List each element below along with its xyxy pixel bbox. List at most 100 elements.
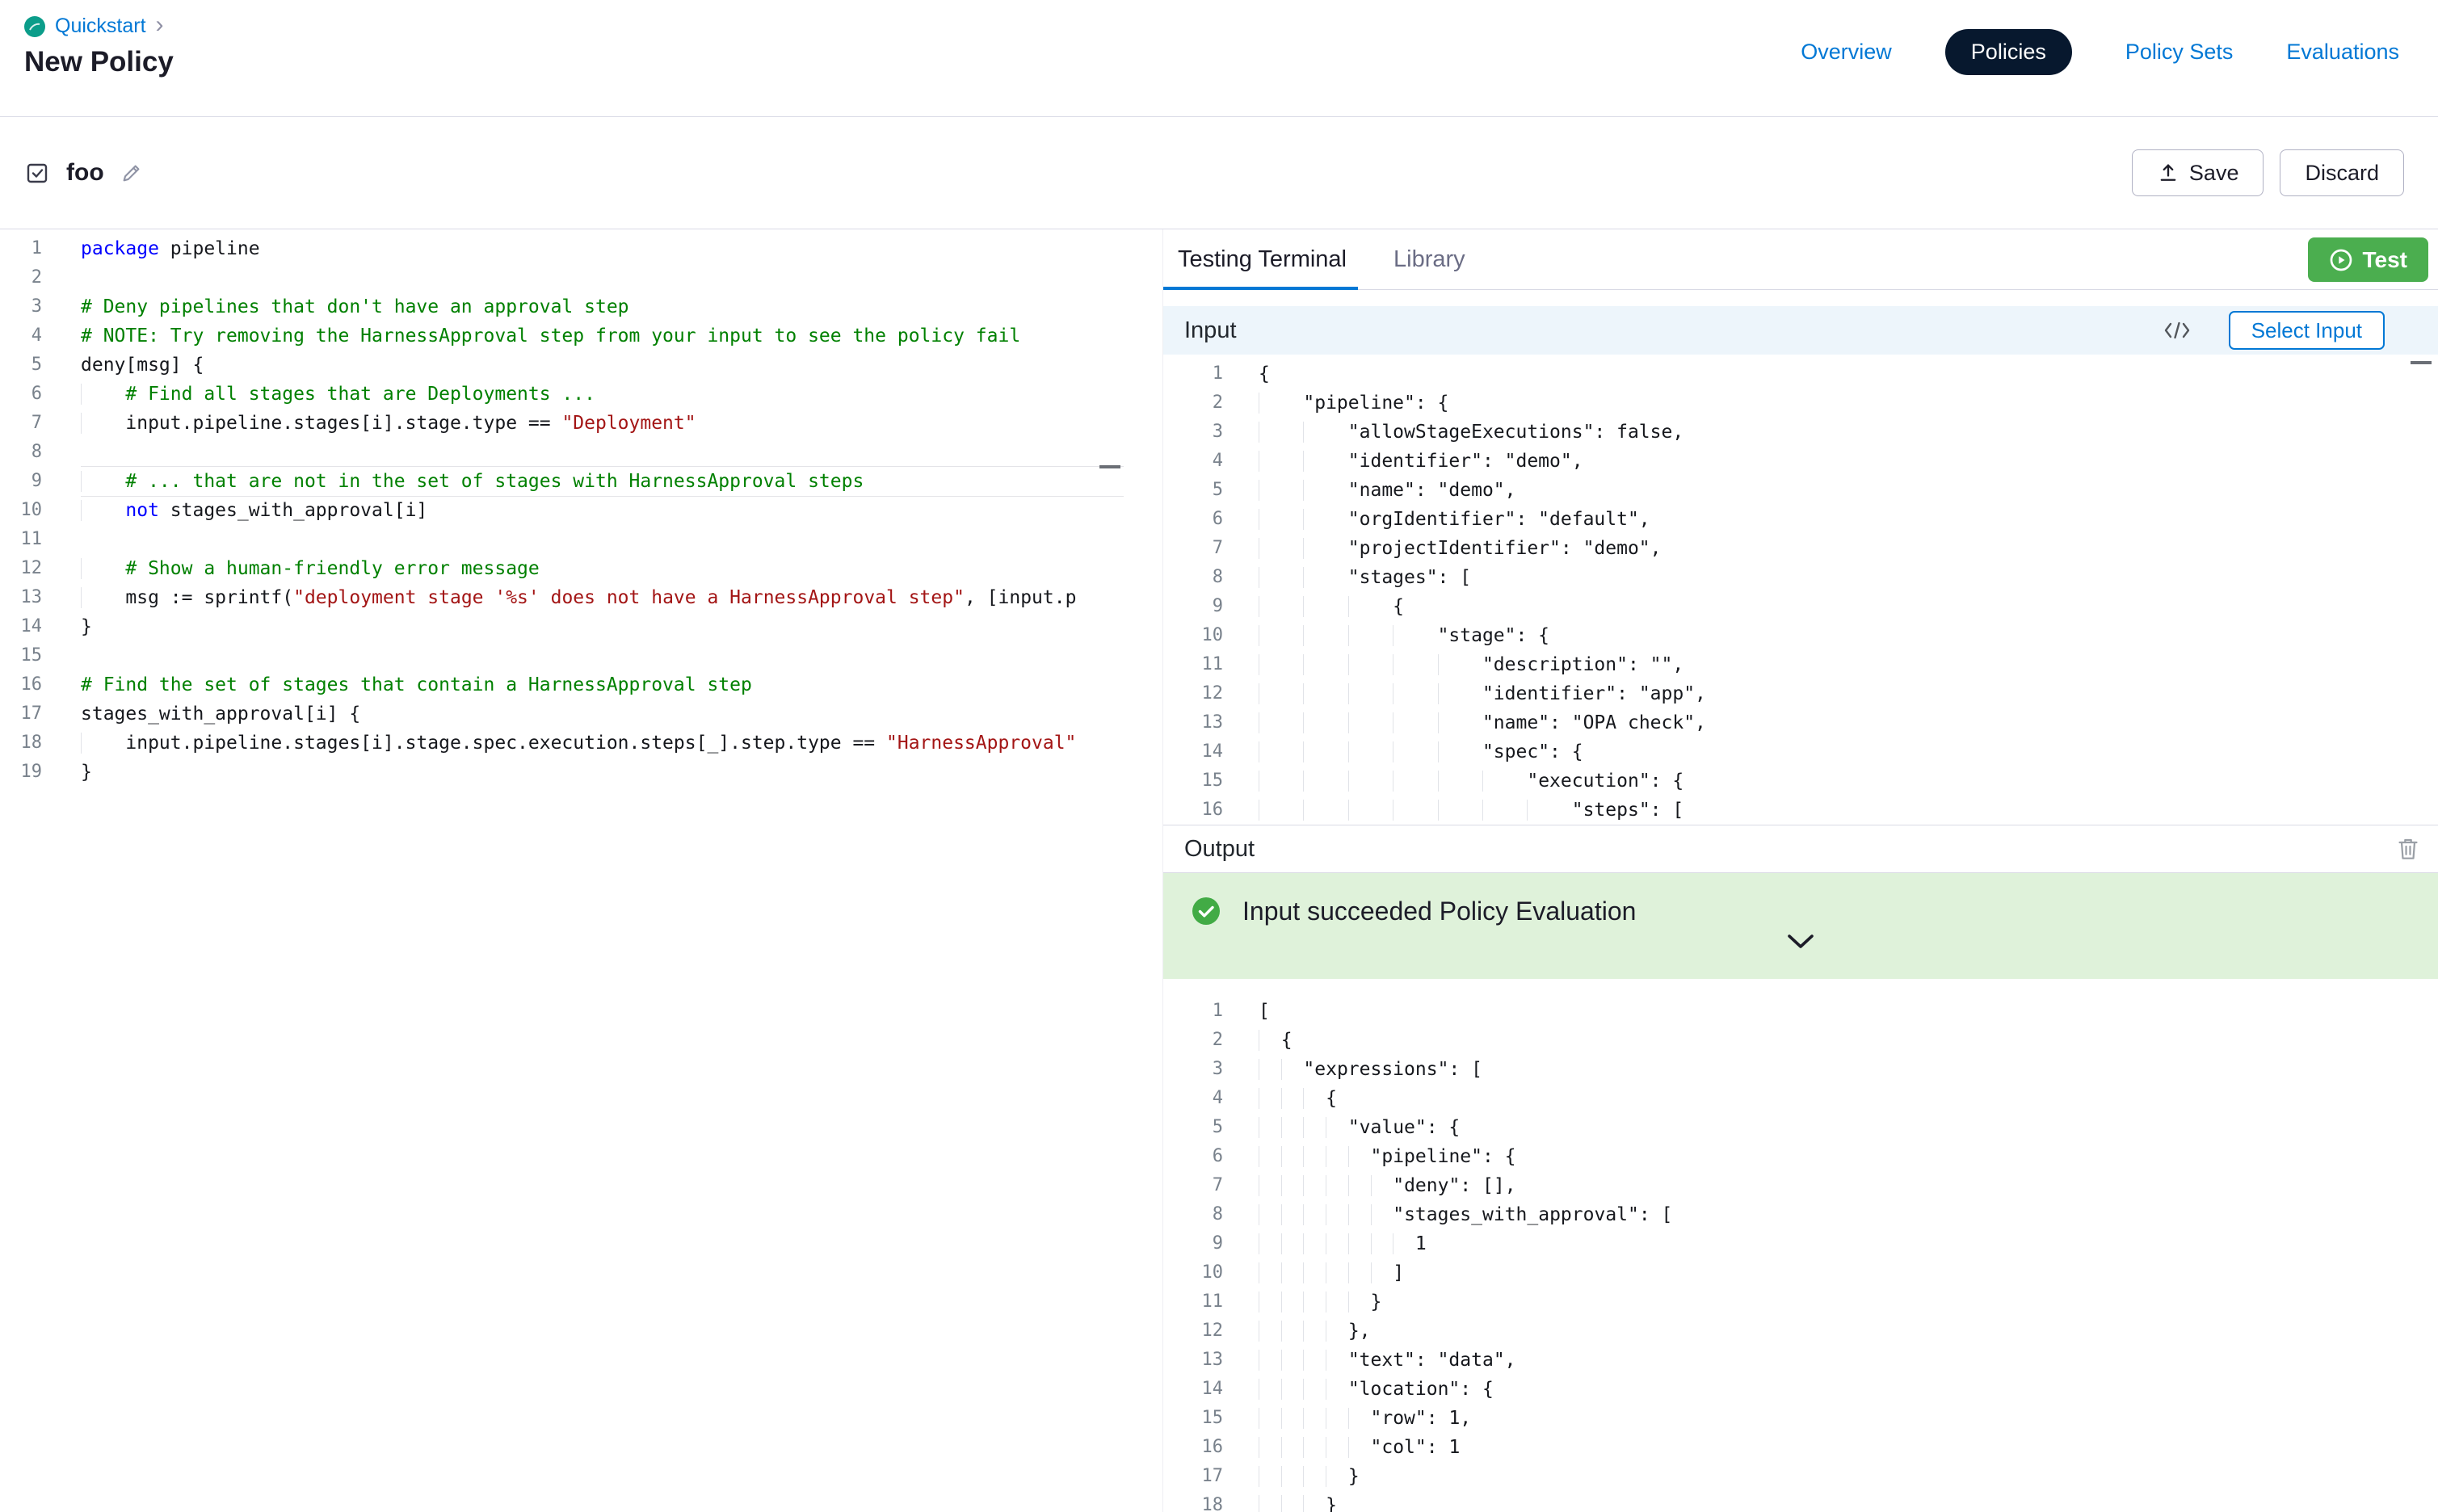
indent-guide — [1281, 1379, 1304, 1400]
indent-guide — [1326, 1408, 1348, 1429]
code-text: "identifier": "demo", — [1259, 447, 2438, 476]
indent-guide — [1259, 1262, 1281, 1283]
line-number: 11 — [0, 525, 42, 554]
code-line: 13 "name": "OPA check", — [1163, 708, 2438, 737]
code-text: "stage": { — [1259, 621, 2438, 650]
line-number: 8 — [0, 438, 42, 467]
code-text: # ... that are not in the set of stages … — [81, 467, 1124, 496]
indent-guide — [1259, 1408, 1281, 1429]
indent-guide — [1281, 1059, 1304, 1080]
overview-ruler-cursor-marker — [1099, 465, 1120, 468]
indent-guide — [1303, 1321, 1326, 1342]
test-button[interactable]: Test — [2308, 237, 2429, 282]
line-number: 1 — [0, 234, 42, 263]
top-nav: Overview Policies Policy Sets Evaluation… — [1801, 29, 2399, 75]
code-line: 10 "stage": { — [1163, 621, 2438, 650]
code-text: } — [1259, 1462, 2438, 1491]
indent-guide — [1303, 596, 1347, 617]
line-number: 15 — [1163, 1404, 1223, 1433]
indent-guide — [1259, 1495, 1281, 1512]
code-text — [81, 525, 1124, 554]
code-line: 7 input.pipeline.stages[i].stage.type ==… — [0, 409, 1124, 438]
code-text: "name": "OPA check", — [1259, 708, 2438, 737]
line-number: 18 — [1163, 1491, 1223, 1512]
line-number: 5 — [1163, 476, 1223, 505]
code-line: 10 ] — [1163, 1258, 2438, 1287]
indent-guide — [1303, 1204, 1326, 1225]
indent-guide — [1348, 771, 1393, 792]
save-label: Save — [2189, 161, 2239, 186]
line-number: 3 — [1163, 1055, 1223, 1084]
code-text: "projectIdentifier": "demo", — [1259, 534, 2438, 563]
nav-overview[interactable]: Overview — [1801, 40, 1892, 65]
code-line: 12 }, — [1163, 1317, 2438, 1346]
tab-testing-terminal[interactable]: Testing Terminal — [1178, 229, 1347, 289]
discard-button[interactable]: Discard — [2280, 149, 2404, 196]
select-input-button[interactable]: Select Input — [2229, 311, 2385, 350]
indent-guide — [81, 558, 125, 579]
code-text: "stages_with_approval": [ — [1259, 1200, 2438, 1229]
indent-guide — [1348, 683, 1393, 704]
output-json-editor[interactable]: 1[2 {3 "expressions": [4 {5 "value": {6 … — [1163, 979, 2438, 1512]
indent-guide — [1348, 1292, 1371, 1312]
indent-guide — [1259, 625, 1303, 646]
code-line: 3 "expressions": [ — [1163, 1055, 2438, 1084]
tab-library[interactable]: Library — [1393, 229, 1465, 289]
nav-evaluations[interactable]: Evaluations — [2286, 40, 2399, 65]
indent-guide — [1259, 1233, 1281, 1254]
code-line: 14} — [0, 612, 1124, 641]
indent-guide — [1259, 800, 1303, 821]
indent-guide — [1348, 1146, 1371, 1167]
indent-guide — [1303, 1233, 1326, 1254]
indent-guide — [1303, 1466, 1326, 1487]
indent-guide — [1348, 712, 1393, 733]
code-text — [81, 641, 1124, 670]
indent-guide — [1393, 741, 1437, 762]
input-section-header: Input Select Input — [1163, 306, 2438, 355]
indent-guide — [1281, 1437, 1304, 1458]
edit-name-pencil-icon[interactable] — [120, 162, 143, 184]
code-line: 2 "pipeline": { — [1163, 388, 2438, 418]
input-json-editor[interactable]: 1{2 "pipeline": {3 "allowStageExecutions… — [1163, 355, 2438, 825]
code-line: 12 # Show a human-friendly error message — [0, 554, 1124, 583]
code-text: "steps": [ — [1259, 796, 2438, 825]
nav-policy-sets[interactable]: Policy Sets — [2125, 40, 2234, 65]
indent-guide — [1259, 654, 1303, 675]
breadcrumb-link-quickstart[interactable]: Quickstart — [55, 15, 146, 38]
code-line: 11 "description": "", — [1163, 650, 2438, 679]
code-text: 1 — [1259, 1229, 2438, 1258]
indent-guide — [1303, 567, 1347, 588]
line-number: 16 — [0, 670, 42, 699]
indent-guide — [1393, 1233, 1415, 1254]
line-number: 9 — [0, 467, 42, 496]
code-text: } — [81, 758, 1124, 787]
indent-guide — [1259, 1059, 1281, 1080]
save-button[interactable]: Save — [2132, 149, 2264, 196]
policy-code-editor[interactable]: 1package pipeline23# Deny pipelines that… — [0, 229, 1163, 1512]
clear-output-trash-icon[interactable] — [2396, 836, 2420, 862]
indent-guide — [1303, 538, 1347, 559]
code-view-icon[interactable] — [2163, 320, 2192, 341]
nav-policies[interactable]: Policies — [1945, 29, 2072, 75]
indent-guide — [1371, 1204, 1393, 1225]
indent-guide — [1393, 712, 1437, 733]
indent-guide — [1326, 1204, 1348, 1225]
code-text: { — [1259, 359, 2438, 388]
code-line: 6 # Find all stages that are Deployments… — [0, 380, 1124, 409]
indent-guide — [1348, 654, 1393, 675]
line-number: 6 — [1163, 505, 1223, 534]
indent-guide — [1281, 1117, 1304, 1138]
banner-row: Input succeeded Policy Evaluation — [1163, 873, 2438, 926]
line-number: 5 — [0, 351, 42, 380]
code-line: 17stages_with_approval[i] { — [0, 699, 1124, 729]
line-number: 14 — [1163, 737, 1223, 766]
line-number: 13 — [1163, 708, 1223, 737]
code-line: 8 "stages": [ — [1163, 563, 2438, 592]
indent-guide — [1259, 1321, 1281, 1342]
code-text: "expressions": [ — [1259, 1055, 2438, 1084]
indent-guide — [1326, 1437, 1348, 1458]
indent-guide — [1326, 1117, 1348, 1138]
line-number: 7 — [0, 409, 42, 438]
indent-guide — [1348, 1408, 1371, 1429]
expand-details-chevron-icon[interactable] — [1784, 933, 1818, 951]
